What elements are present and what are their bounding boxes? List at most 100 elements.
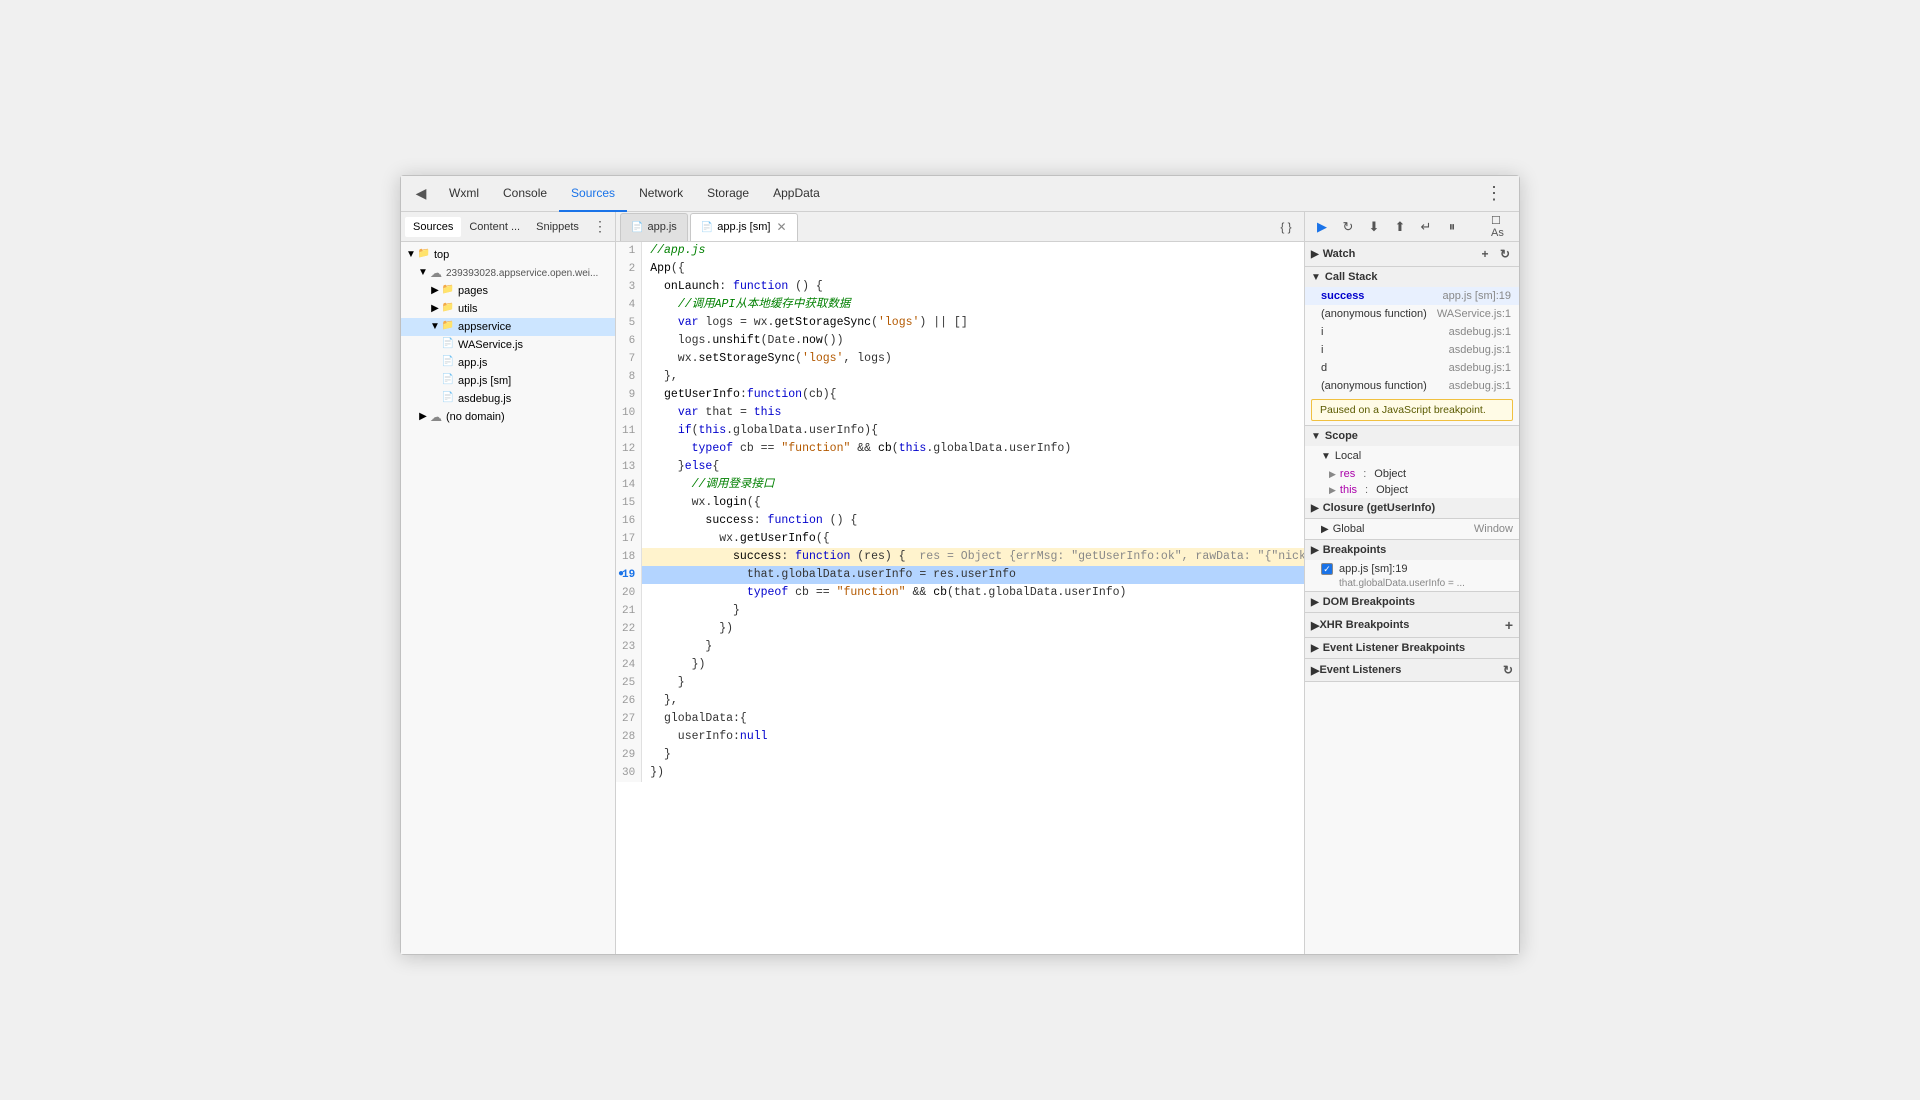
tab-appjs-sm[interactable]: 📄 app.js [sm] ✕ (690, 213, 798, 241)
line-num-10[interactable]: 10 (616, 404, 642, 422)
line-num-8[interactable]: 8 (616, 368, 642, 386)
line-num-24[interactable]: 24 (616, 656, 642, 674)
tab-content[interactable]: Content ... (461, 217, 528, 237)
tree-appjs-sm[interactable]: 📄 app.js [sm] (401, 372, 615, 390)
scope-local-arrow: ▼ (1321, 451, 1331, 462)
call-stack-item-anon1[interactable]: (anonymous function) WAService.js:1 (1305, 305, 1519, 323)
tab-snippets[interactable]: Snippets (528, 217, 587, 237)
line-num-11[interactable]: 11 (616, 422, 642, 440)
line-num-3[interactable]: 3 (616, 278, 642, 296)
scope-local-header[interactable]: ▼ Local (1305, 446, 1519, 466)
tree-label-appservice: appservice (458, 321, 511, 333)
scope-header[interactable]: ▼ Scope (1305, 426, 1519, 446)
line-num-15[interactable]: 15 (616, 494, 642, 512)
line-num-12[interactable]: 12 (616, 440, 642, 458)
watch-header[interactable]: ▶ Watch + ↻ (1305, 242, 1519, 266)
tree-no-domain[interactable]: ▶ ☁ (no domain) (401, 408, 615, 426)
event-listeners-section[interactable]: ▶ Event Listeners ↻ (1305, 659, 1519, 682)
watch-add-btn[interactable]: + (1477, 246, 1493, 262)
line-num-9[interactable]: 9 (616, 386, 642, 404)
call-stack-item-success[interactable]: success app.js [sm]:19 (1305, 287, 1519, 305)
breakpoint-item-1[interactable]: ✓ app.js [sm]:19 (1305, 560, 1519, 578)
line-num-29[interactable]: 29 (616, 746, 642, 764)
breakpoints-header[interactable]: ▶ Breakpoints (1305, 540, 1519, 560)
line-num-21[interactable]: 21 (616, 602, 642, 620)
line-num-13[interactable]: 13 (616, 458, 642, 476)
line-num-23[interactable]: 23 (616, 638, 642, 656)
line-19: 19 that.globalData.userInfo = res.userIn… (616, 566, 1304, 584)
line-num-22[interactable]: 22 (616, 620, 642, 638)
line-content-15: wx.login({ (642, 494, 1304, 512)
call-stack-item-anon2[interactable]: (anonymous function) asdebug.js:1 (1305, 377, 1519, 395)
line-num-2[interactable]: 2 (616, 260, 642, 278)
line-num-28[interactable]: 28 (616, 728, 642, 746)
checkbox-icon[interactable]: ☐ As (1491, 216, 1513, 238)
nav-wxml[interactable]: Wxml (437, 176, 491, 212)
watch-refresh-btn[interactable]: ↻ (1497, 246, 1513, 262)
nav-storage[interactable]: Storage (695, 176, 761, 212)
line-num-25[interactable]: 25 (616, 674, 642, 692)
xhr-bp-add-btn[interactable]: + (1505, 617, 1513, 633)
line-num-5[interactable]: 5 (616, 314, 642, 332)
line-num-26[interactable]: 26 (616, 692, 642, 710)
call-stack-section: ▼ Call Stack success app.js [sm]:19 (ano… (1305, 267, 1519, 426)
step-into-btn[interactable]: ⬇ (1363, 216, 1385, 238)
event-listener-bp-section[interactable]: ▶ Event Listener Breakpoints (1305, 638, 1519, 659)
code-editor[interactable]: 1 //app.js 2 App({ 3 onLaunch: function … (616, 242, 1304, 954)
line-content-4: //调用API从本地缓存中获取数据 (642, 296, 1304, 314)
bp-checkbox-1[interactable]: ✓ (1321, 563, 1333, 575)
line-num-7[interactable]: 7 (616, 350, 642, 368)
step-btn[interactable]: ↵ (1415, 216, 1437, 238)
scope-item-res[interactable]: ▶ res : Object (1305, 466, 1519, 482)
xhr-breakpoints-section[interactable]: ▶ XHR Breakpoints + (1305, 613, 1519, 638)
scope-global-arrow: ▶ (1321, 524, 1329, 535)
el-refresh-btn[interactable]: ↻ (1503, 663, 1513, 677)
scope-item-this[interactable]: ▶ this : Object (1305, 482, 1519, 498)
call-stack-item-d[interactable]: d asdebug.js:1 (1305, 359, 1519, 377)
line-num-30[interactable]: 30 (616, 764, 642, 782)
line-num-1[interactable]: 1 (616, 242, 642, 260)
line-num-19[interactable]: 19 (616, 566, 642, 584)
tree-cloud-label: 239393028.appservice.open.wei... (446, 268, 598, 279)
cs-name-i1: i (1321, 326, 1449, 338)
call-stack-header[interactable]: ▼ Call Stack (1305, 267, 1519, 287)
line-num-4[interactable]: 4 (616, 296, 642, 314)
line-num-18[interactable]: 18 (616, 548, 642, 566)
format-icon[interactable]: { } (1276, 217, 1296, 237)
tree-pages[interactable]: ▶ 📁 pages (401, 282, 615, 300)
line-num-6[interactable]: 6 (616, 332, 642, 350)
closure-section[interactable]: ▶ Closure (getUserInfo) (1305, 498, 1519, 519)
call-stack-item-i1[interactable]: i asdebug.js:1 (1305, 323, 1519, 341)
scope-section: ▼ Scope ▼ Local ▶ res : Object ▶ this (1305, 426, 1519, 540)
tree-top[interactable]: ▼ 📁 top (401, 246, 615, 264)
pause-on-exceptions-btn[interactable]: ⏸ (1441, 216, 1463, 238)
tree-utils[interactable]: ▶ 📁 utils (401, 300, 615, 318)
line-num-14[interactable]: 14 (616, 476, 642, 494)
line-num-27[interactable]: 27 (616, 710, 642, 728)
nav-network[interactable]: Network (627, 176, 695, 212)
line-num-16[interactable]: 16 (616, 512, 642, 530)
nav-console[interactable]: Console (491, 176, 559, 212)
more-menu-button[interactable]: ⋮ (1477, 183, 1511, 204)
back-icon[interactable]: ◀ (409, 182, 433, 206)
call-stack-item-i2[interactable]: i asdebug.js:1 (1305, 341, 1519, 359)
dom-breakpoints-section[interactable]: ▶ DOM Breakpoints (1305, 592, 1519, 613)
line-num-20[interactable]: 20 (616, 584, 642, 602)
nav-sources[interactable]: Sources (559, 176, 627, 212)
tree-waservice[interactable]: 📄 WAService.js (401, 336, 615, 354)
scope-global-header[interactable]: ▶ Global Window (1305, 519, 1519, 539)
tab-close-icon[interactable]: ✕ (776, 220, 786, 234)
line-num-17[interactable]: 17 (616, 530, 642, 548)
nav-appdata[interactable]: AppData (761, 176, 832, 212)
tree-cloud-domain[interactable]: ▼ ☁ 239393028.appservice.open.wei... (401, 264, 615, 282)
cs-name-success: success (1321, 290, 1443, 302)
tab-appjs[interactable]: 📄 app.js (620, 213, 688, 241)
tree-asdebug[interactable]: 📄 asdebug.js (401, 390, 615, 408)
tree-appservice[interactable]: ▼ 📁 appservice (401, 318, 615, 336)
resume-btn[interactable]: ▶ (1311, 216, 1333, 238)
sidebar-tabs-more[interactable]: ⋮ (589, 218, 611, 235)
step-out-btn[interactable]: ⬆ (1389, 216, 1411, 238)
tree-appjs[interactable]: 📄 app.js (401, 354, 615, 372)
tab-sources[interactable]: Sources (405, 217, 461, 237)
step-over-btn[interactable]: ↻ (1337, 216, 1359, 238)
